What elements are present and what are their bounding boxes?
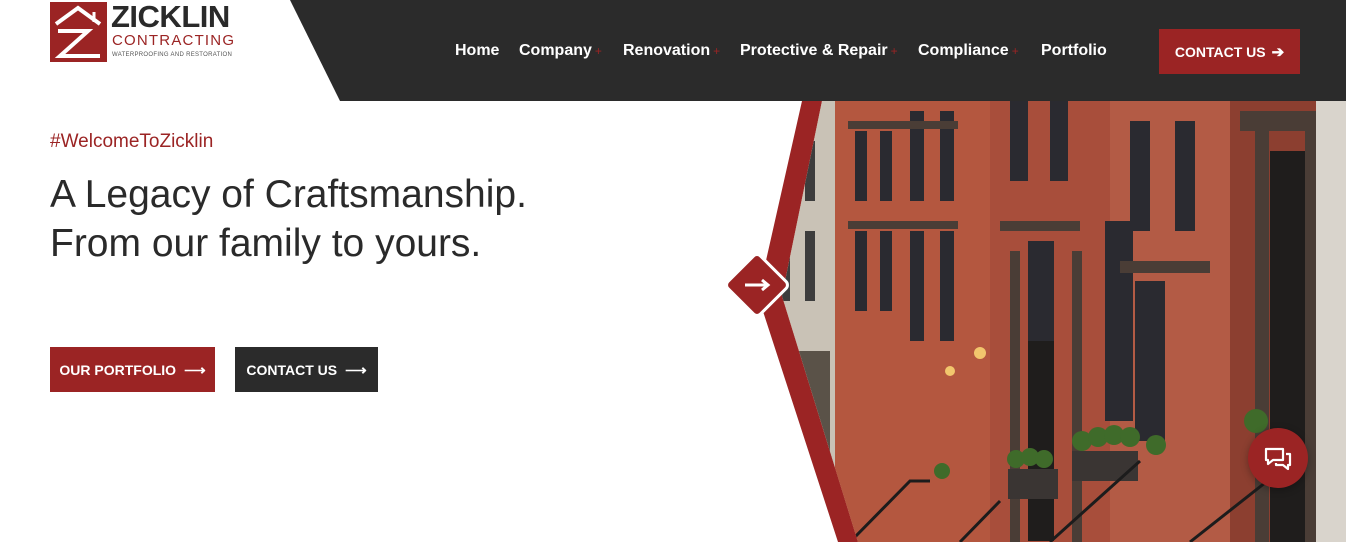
nav-item-label: Company	[519, 42, 592, 59]
nav-item-protective-repair[interactable]: Protective & Repair +	[740, 42, 898, 60]
slider-next-button[interactable]	[722, 250, 792, 320]
nav-item-label: Home	[455, 42, 500, 59]
hero-headline: A Legacy of Craftsmanship. From our fami…	[50, 173, 527, 265]
logo-mark-icon[interactable]	[50, 2, 107, 62]
nav-item-label: Protective & Repair	[740, 42, 888, 59]
nav-item-portfolio[interactable]: Portfolio	[1041, 42, 1107, 60]
nav-item-compliance[interactable]: Compliance +	[918, 42, 1019, 60]
logo-tagline: WATERPROOFING AND RESTORATION	[112, 52, 233, 58]
nav-item-renovation[interactable]: Renovation +	[623, 42, 720, 60]
arrow-right-icon: ⟶	[345, 361, 367, 379]
chat-bubbles-icon	[1264, 447, 1292, 471]
header-contact-label: CONTACT US	[1174, 43, 1266, 60]
our-portfolio-button[interactable]: OUR PORTFOLIO ⟶	[50, 347, 215, 392]
logo-panel: ZICKLIN CONTRACTING WATERPROOFING AND RE…	[0, 0, 340, 101]
plus-icon: +	[594, 44, 602, 58]
nav-item-label: Compliance	[918, 42, 1009, 59]
nav-item-label: Portfolio	[1041, 42, 1107, 59]
arrow-right-icon: ➔	[1271, 43, 1285, 61]
plus-icon: +	[713, 44, 721, 58]
hero-contact-button[interactable]: CONTACT US ⟶	[235, 347, 378, 392]
chat-button[interactable]	[1248, 428, 1308, 488]
arrow-right-icon	[725, 253, 789, 317]
arrow-right-icon: ⟶	[184, 361, 206, 379]
contact-button-label: CONTACT US	[246, 361, 338, 378]
logo-name[interactable]: ZICKLIN	[111, 1, 230, 33]
nav-item-company[interactable]: Company +	[519, 42, 602, 60]
header-contact-button[interactable]: CONTACT US ➔	[1159, 29, 1300, 74]
portfolio-button-label: OUR PORTFOLIO	[59, 361, 177, 378]
hero-hashtag: #WelcomeToZicklin	[50, 131, 214, 152]
plus-icon: +	[1011, 44, 1019, 58]
nav-item-home[interactable]: Home	[455, 42, 499, 60]
logo-subtitle: CONTRACTING	[112, 32, 236, 49]
nav-item-label: Renovation	[623, 42, 711, 59]
plus-icon: +	[890, 44, 898, 58]
